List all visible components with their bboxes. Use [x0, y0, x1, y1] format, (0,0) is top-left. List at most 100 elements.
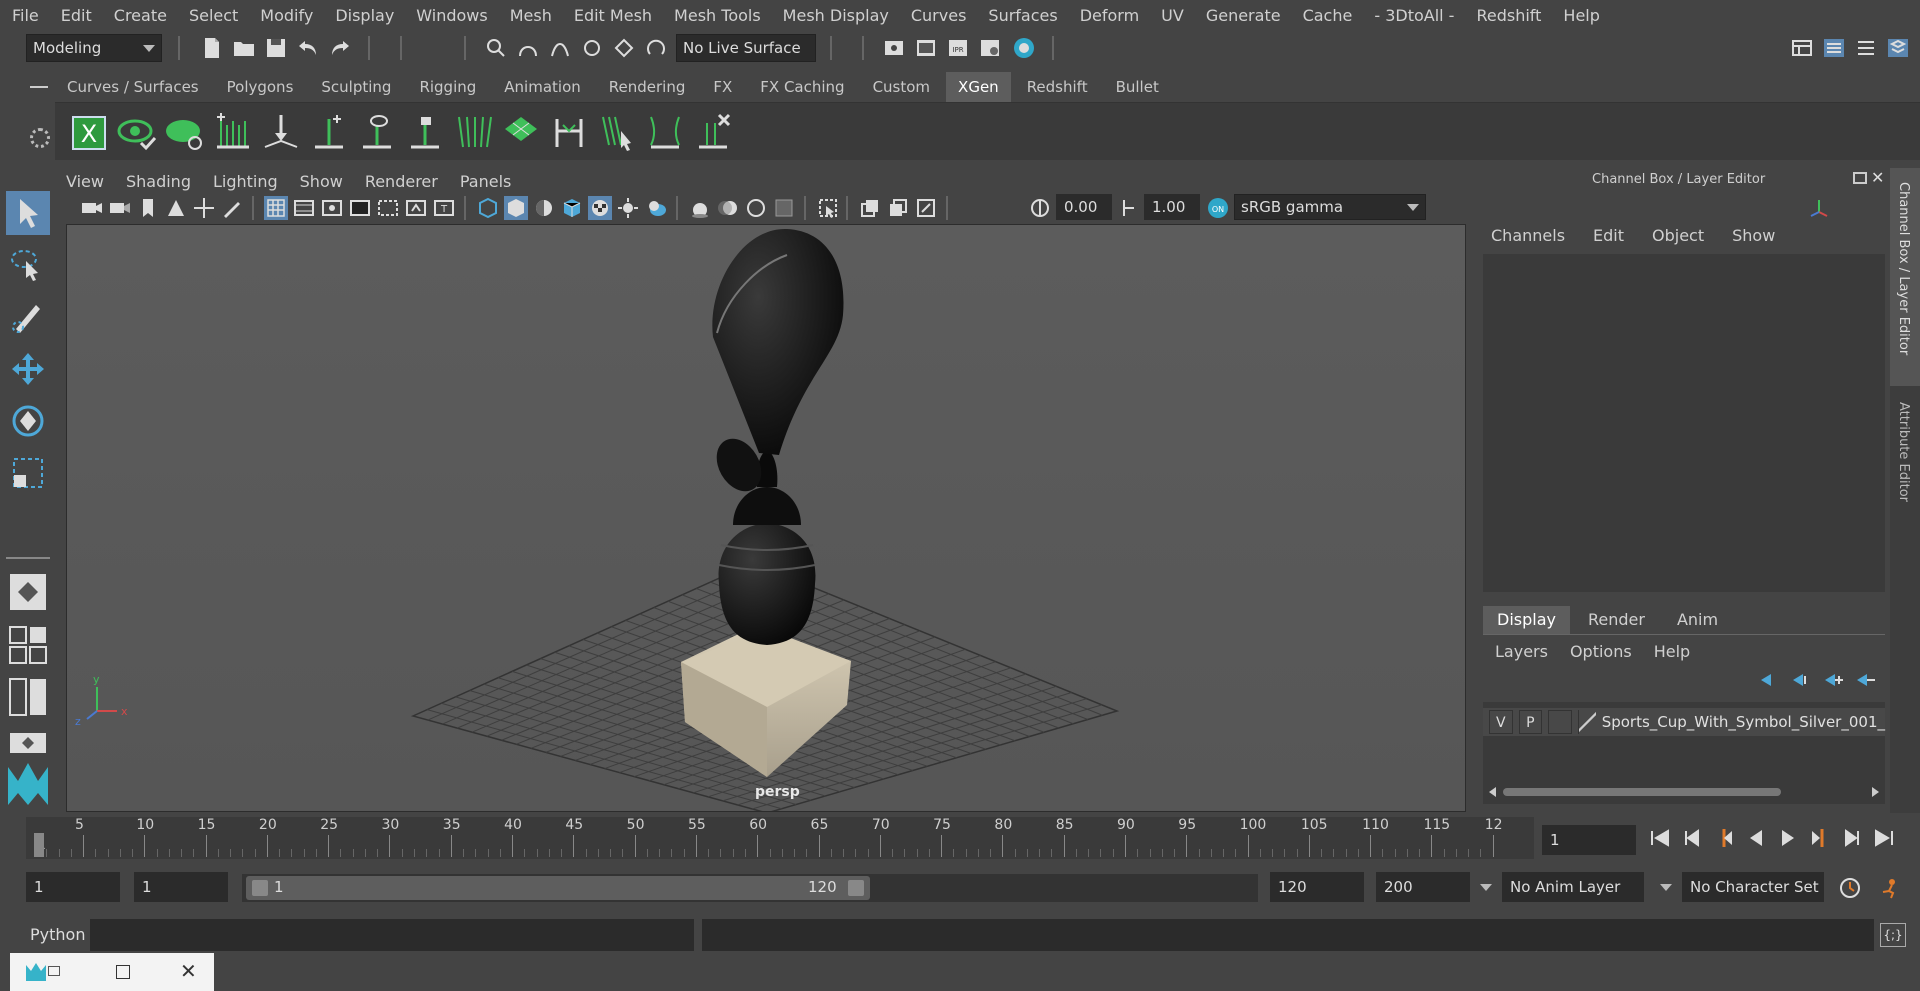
- menu-display[interactable]: Display: [335, 6, 394, 25]
- side-tab-attribute-editor[interactable]: Attribute Editor: [1890, 398, 1920, 518]
- xgen-delete-guide-icon[interactable]: [693, 111, 733, 153]
- anim-layer-field[interactable]: No Anim Layer: [1502, 872, 1644, 902]
- bookmark-icon[interactable]: [136, 196, 160, 220]
- anti-aliasing-icon[interactable]: [744, 196, 768, 220]
- depth-of-field-icon[interactable]: [772, 196, 796, 220]
- shelf-menu-icon[interactable]: [30, 86, 48, 88]
- viewport-menu-lighting[interactable]: Lighting: [213, 172, 278, 191]
- paint-select-tool[interactable]: [6, 295, 50, 339]
- grid-icon[interactable]: [264, 196, 288, 220]
- layer-color-swatch[interactable]: [1577, 710, 1596, 734]
- make-live-icon[interactable]: [644, 36, 668, 60]
- shelf-tab-animation[interactable]: Animation: [492, 72, 593, 102]
- color-space-dropdown[interactable]: sRGB gamma: [1234, 194, 1426, 220]
- field-chart-icon[interactable]: [376, 196, 400, 220]
- xgen-lock-guide-icon[interactable]: [405, 111, 445, 153]
- play-backwards-icon[interactable]: [1744, 826, 1768, 850]
- attribute-editor-toggle-icon[interactable]: [1822, 36, 1846, 60]
- channelbox-menu-show[interactable]: Show: [1732, 226, 1775, 245]
- workspace-icon[interactable]: [1790, 36, 1814, 60]
- gamma-icon[interactable]: [1118, 196, 1142, 220]
- two-d-pan-icon[interactable]: [192, 196, 216, 220]
- safe-title-icon[interactable]: T: [432, 196, 456, 220]
- menu-select[interactable]: Select: [189, 6, 238, 25]
- shelf-tab-fx[interactable]: FX: [701, 72, 745, 102]
- shelf-tab-curves-surfaces[interactable]: Curves / Surfaces: [55, 72, 211, 102]
- menu-mesh-tools[interactable]: Mesh Tools: [674, 6, 761, 25]
- xgen-groom-grid-icon[interactable]: [501, 111, 541, 153]
- side-tab-channel-box[interactable]: Channel Box / Layer Editor: [1890, 168, 1920, 386]
- wireframe-icon[interactable]: [476, 196, 500, 220]
- ambient-occlusion-icon[interactable]: [688, 196, 712, 220]
- shelf-tab-rigging[interactable]: Rigging: [407, 72, 489, 102]
- shelf-tab-bullet[interactable]: Bullet: [1103, 72, 1171, 102]
- tool-settings-toggle-icon[interactable]: [1854, 36, 1878, 60]
- shelf-tab-xgen[interactable]: XGen: [946, 72, 1011, 102]
- script-editor-icon[interactable]: {;}: [1880, 923, 1906, 947]
- scale-tool[interactable]: [6, 451, 50, 495]
- range-start-handle[interactable]: [252, 880, 268, 896]
- new-scene-icon[interactable]: [200, 36, 224, 60]
- menu-help[interactable]: Help: [1563, 6, 1599, 25]
- chevron-down-icon[interactable]: [1660, 884, 1672, 891]
- textured-icon[interactable]: [588, 196, 612, 220]
- command-input[interactable]: [90, 919, 694, 951]
- menu-cache[interactable]: Cache: [1303, 6, 1353, 25]
- redo-icon[interactable]: [328, 36, 352, 60]
- xgen-add-guide-icon[interactable]: [309, 111, 349, 153]
- current-frame-field[interactable]: 1: [1542, 825, 1636, 855]
- isolate-select-icon[interactable]: [816, 196, 840, 220]
- ipr-render-icon[interactable]: IPR: [946, 36, 970, 60]
- layer-display-type[interactable]: [1548, 710, 1572, 734]
- go-to-start-icon[interactable]: [1648, 826, 1672, 850]
- end-time-field[interactable]: 200: [1376, 872, 1470, 902]
- shelf-tab-sculpting[interactable]: Sculpting: [309, 72, 404, 102]
- persp-graph-layout[interactable]: [6, 729, 50, 759]
- snap-to-view-plane-icon[interactable]: [612, 36, 636, 60]
- channelbox-menu-channels[interactable]: Channels: [1491, 226, 1565, 245]
- channel-box-toggle-icon[interactable]: [1886, 36, 1910, 60]
- hypershade-icon[interactable]: [1012, 36, 1036, 60]
- step-forward-frame-icon[interactable]: [1840, 826, 1864, 850]
- exposure-field[interactable]: 0.00: [1056, 194, 1112, 220]
- chevron-down-icon[interactable]: [1480, 884, 1492, 891]
- channelbox-menu-object[interactable]: Object: [1652, 226, 1704, 245]
- single-perspective-layout[interactable]: [6, 570, 50, 614]
- menu-mesh[interactable]: Mesh: [510, 6, 552, 25]
- use-all-lights-icon[interactable]: [616, 196, 640, 220]
- layer-menu-help[interactable]: Help: [1654, 642, 1690, 661]
- resolution-gate-icon[interactable]: [320, 196, 344, 220]
- step-back-frame-icon[interactable]: [1680, 826, 1704, 850]
- viewport-menu-panels[interactable]: Panels: [460, 172, 512, 191]
- scroll-right-icon[interactable]: [1872, 787, 1879, 797]
- move-tool[interactable]: [6, 347, 50, 391]
- auto-key-icon[interactable]: [1838, 876, 1862, 900]
- layer-menu-layers[interactable]: Layers: [1495, 642, 1548, 661]
- new-layer-icon[interactable]: [1757, 668, 1781, 692]
- menu-create[interactable]: Create: [114, 6, 167, 25]
- xgen-select-cv-icon[interactable]: [597, 111, 637, 153]
- viewport-menu-view[interactable]: View: [66, 172, 104, 191]
- open-scene-icon[interactable]: [232, 36, 256, 60]
- range-slider-handle[interactable]: 1 120: [246, 876, 870, 900]
- axis-gizmo-icon[interactable]: [1807, 196, 1831, 220]
- restore-icon[interactable]: [48, 966, 60, 976]
- range-slider-track[interactable]: 1 120: [242, 874, 1258, 902]
- shelf-tab-polygons[interactable]: Polygons: [214, 72, 306, 102]
- viewport-menu-renderer[interactable]: Renderer: [365, 172, 438, 191]
- step-forward-key-icon[interactable]: [1808, 826, 1832, 850]
- rotate-tool[interactable]: [6, 399, 50, 443]
- shelf-tab-custom[interactable]: Custom: [860, 72, 943, 102]
- mode-dropdown[interactable]: Modeling: [26, 34, 162, 62]
- menu-edit[interactable]: Edit: [61, 6, 92, 25]
- xgen-create-description-icon[interactable]: [213, 111, 253, 153]
- start-time-field[interactable]: 1: [26, 872, 120, 902]
- safe-action-icon[interactable]: [404, 196, 428, 220]
- shelf-tab-fx-caching[interactable]: FX Caching: [748, 72, 857, 102]
- layer-tab-render[interactable]: Render: [1574, 606, 1659, 634]
- xgen-guide-density-icon[interactable]: [453, 111, 493, 153]
- viewport-menu-shading[interactable]: Shading: [126, 172, 191, 191]
- gate-mask-icon[interactable]: [348, 196, 372, 220]
- layer-menu-options[interactable]: Options: [1570, 642, 1632, 661]
- playback-end-field[interactable]: 120: [1270, 872, 1364, 902]
